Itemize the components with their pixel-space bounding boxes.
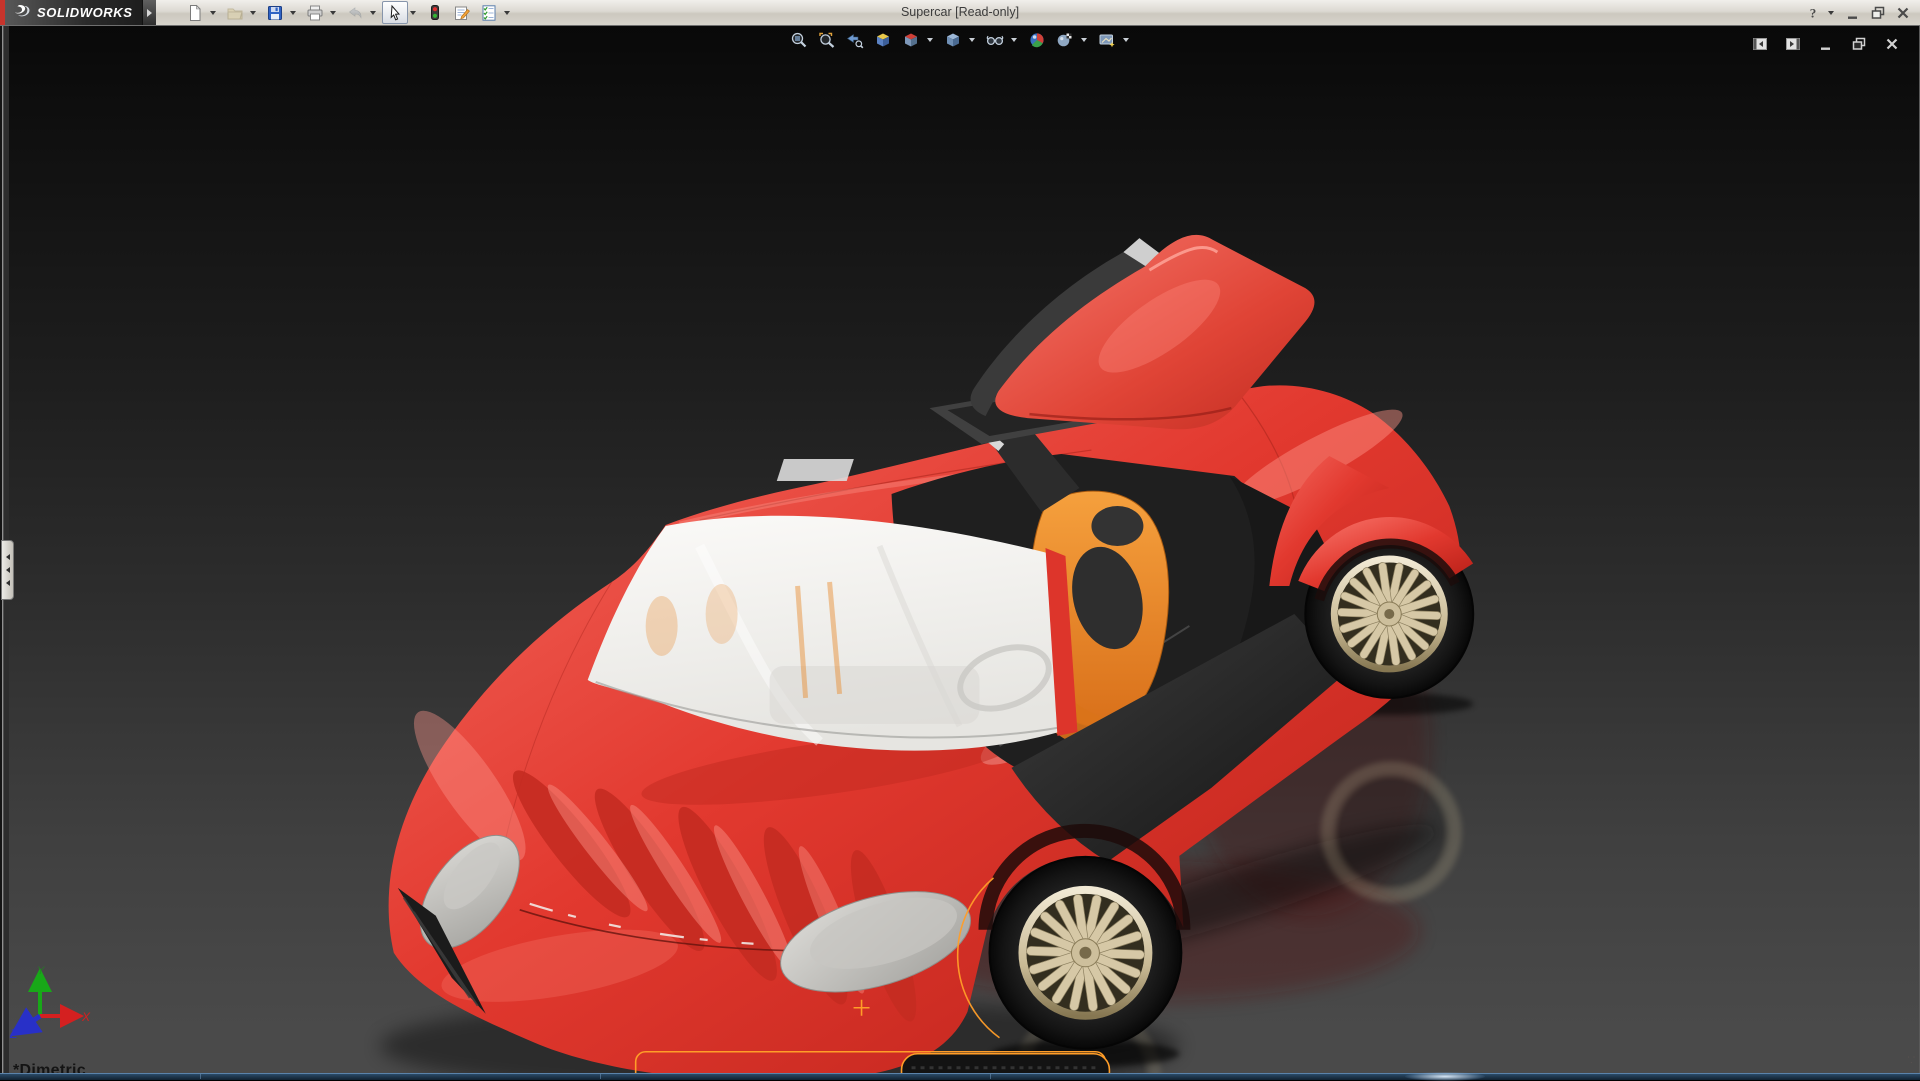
pane-left-icon xyxy=(1751,35,1769,53)
restore-window-button[interactable] xyxy=(1867,1,1889,24)
view-settings-dropdown-icon[interactable] xyxy=(1123,38,1129,42)
select-dropdown-icon[interactable] xyxy=(410,11,416,15)
edit-annotation-button[interactable] xyxy=(449,1,475,24)
flyout-arrow-icon xyxy=(147,9,152,17)
pane-right-icon xyxy=(1784,35,1802,53)
edit-note-icon xyxy=(453,4,471,22)
svg-text:?: ? xyxy=(1810,5,1817,20)
open-folder-icon xyxy=(226,4,244,22)
close-doc-icon xyxy=(1883,35,1901,53)
view-settings-button[interactable] xyxy=(1094,28,1120,51)
print-dropdown-icon[interactable] xyxy=(330,11,336,15)
save-dropdown-icon[interactable] xyxy=(290,11,296,15)
restore-document-button[interactable] xyxy=(1846,32,1872,55)
select-button[interactable] xyxy=(382,1,408,24)
interference-stoplight-button[interactable] xyxy=(422,1,448,24)
open-button xyxy=(222,1,248,24)
hide-show-items-icon xyxy=(986,31,1004,49)
new-document-button[interactable] xyxy=(182,1,208,24)
toggle-left-pane-button[interactable] xyxy=(1747,32,1773,55)
restore-doc-icon xyxy=(1850,35,1868,53)
graphics-area[interactable] xyxy=(0,26,1919,1074)
save-button[interactable] xyxy=(262,1,288,24)
edit-appearance-button[interactable] xyxy=(1024,28,1050,51)
brand-name: SOLIDWORKS xyxy=(37,5,133,20)
save-icon xyxy=(266,4,284,22)
zoom-area-icon xyxy=(818,31,836,49)
view-orientation-icon xyxy=(902,31,920,49)
display-style-button[interactable] xyxy=(940,28,966,51)
edit-appearance-icon xyxy=(1028,31,1046,49)
new-document-dropdown-icon[interactable] xyxy=(210,11,216,15)
collapse-arrow-icon xyxy=(6,567,10,573)
close-document-button[interactable] xyxy=(1879,32,1905,55)
apply-scene-icon xyxy=(1056,31,1074,49)
previous-view-icon xyxy=(846,31,864,49)
svg-text:Y: Y xyxy=(37,965,45,977)
toggle-right-pane-button[interactable] xyxy=(1780,32,1806,55)
zoom-to-fit-button[interactable] xyxy=(786,28,812,51)
undo-icon xyxy=(346,4,364,22)
section-view-button[interactable] xyxy=(870,28,896,51)
options-dropdown-icon[interactable] xyxy=(504,11,510,15)
open-dropdown-icon[interactable] xyxy=(250,11,256,15)
section-view-icon xyxy=(874,31,892,49)
panel-splitter-handle[interactable] xyxy=(1,540,14,600)
dassault-logo-icon xyxy=(12,3,32,23)
stoplight-icon xyxy=(426,4,444,22)
apply-scene-dropdown-icon[interactable] xyxy=(1081,38,1087,42)
graphics-viewport[interactable]: Y X Z *Dimetric ⸪ xyxy=(0,26,1920,1074)
options-button[interactable] xyxy=(476,1,502,24)
document-window-controls xyxy=(1747,32,1905,55)
print-icon xyxy=(306,4,324,22)
minimize-doc-icon xyxy=(1817,35,1835,53)
heads-up-view-toolbar xyxy=(786,28,1134,51)
display-style-dropdown-icon[interactable] xyxy=(969,38,975,42)
previous-view-button[interactable] xyxy=(842,28,868,51)
close-window-button[interactable] xyxy=(1892,1,1914,24)
title-bar: SOLIDWORKS Supercar [Read-only] ? xyxy=(0,0,1920,26)
front-wheel[interactable] xyxy=(989,857,1181,1049)
minimize-window-button[interactable] xyxy=(1842,1,1864,24)
zoom-fit-icon xyxy=(790,31,808,49)
help-button[interactable]: ? xyxy=(1802,1,1824,24)
view-orientation-dropdown-icon[interactable] xyxy=(927,38,933,42)
select-cursor-icon xyxy=(386,4,404,22)
view-orientation-button[interactable] xyxy=(898,28,924,51)
minimize-icon xyxy=(1844,4,1862,22)
minimize-document-button[interactable] xyxy=(1813,32,1839,55)
resize-grip[interactable]: ⸪ xyxy=(1908,1053,1916,1066)
print-button[interactable] xyxy=(302,1,328,24)
svg-text:X: X xyxy=(81,1010,91,1024)
collapse-arrow-icon xyxy=(6,580,10,586)
hide-show-items-button[interactable] xyxy=(982,28,1008,51)
reference-triad: Y X Z xyxy=(6,964,102,1056)
undo-button xyxy=(342,1,368,24)
display-style-icon xyxy=(944,31,962,49)
new-document-icon xyxy=(186,4,204,22)
main-toolbar xyxy=(182,0,515,25)
apply-scene-button[interactable] xyxy=(1052,28,1078,51)
help-icon: ? xyxy=(1804,4,1822,22)
help-dropdown-icon[interactable] xyxy=(1828,11,1834,15)
window-controls: ? xyxy=(1802,0,1914,25)
zoom-to-area-button[interactable] xyxy=(814,28,840,51)
collapse-arrow-icon xyxy=(6,554,10,560)
solidworks-logo: SOLIDWORKS xyxy=(5,0,142,25)
front-grille-right[interactable] xyxy=(902,1054,1110,1074)
options-icon xyxy=(480,4,498,22)
undo-dropdown-icon[interactable] xyxy=(370,11,376,15)
view-settings-icon xyxy=(1098,31,1116,49)
close-icon xyxy=(1894,4,1912,22)
windows-taskbar-edge[interactable] xyxy=(0,1073,1920,1080)
hide-show-items-dropdown-icon[interactable] xyxy=(1011,38,1017,42)
menu-flyout-button[interactable] xyxy=(142,0,156,25)
svg-text:Z: Z xyxy=(9,1027,18,1041)
restore-icon xyxy=(1869,4,1887,22)
